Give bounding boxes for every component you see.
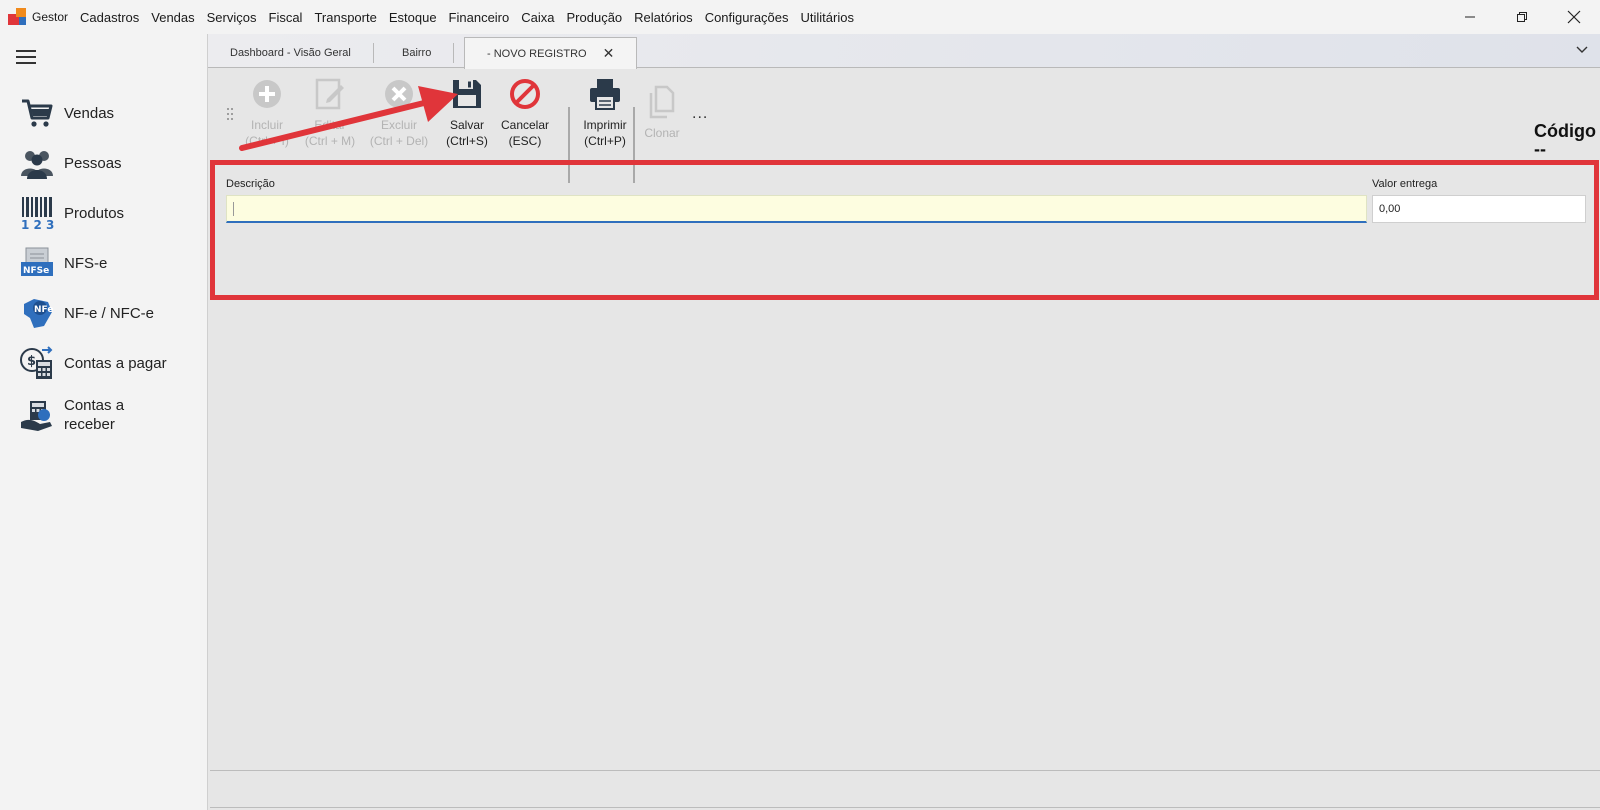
- tab-close-icon[interactable]: ✕: [603, 45, 615, 62]
- sidebar-item-produtos[interactable]: 1 2 3 Produtos: [0, 188, 208, 238]
- clone-icon: [649, 85, 675, 119]
- menu-financeiro[interactable]: Financeiro: [443, 10, 516, 25]
- plus-circle-icon: [253, 80, 281, 108]
- editar-button[interactable]: Editar (Ctrl + M): [298, 77, 362, 169]
- hamburger-menu-icon[interactable]: [16, 50, 36, 64]
- excluir-button[interactable]: Excluir (Ctrl + Del): [366, 77, 432, 169]
- toolbar-more-button[interactable]: ...: [692, 105, 708, 123]
- sidebar-nav: Vendas Pessoas 1 2 3 Produtos NFSe NFS-e…: [0, 88, 208, 442]
- minimize-icon: [1465, 16, 1475, 18]
- descricao-label: Descrição: [226, 178, 275, 190]
- main-area: Dashboard - Visão Geral Bairro - NOVO RE…: [208, 34, 1600, 810]
- valor-entrega-input[interactable]: 0,00: [1372, 195, 1586, 223]
- codigo-display: Código --: [1534, 121, 1596, 159]
- menu-gestor[interactable]: Gestor: [32, 10, 74, 24]
- text-caret: [233, 201, 234, 216]
- minimize-button[interactable]: [1444, 0, 1496, 34]
- status-bar: [210, 770, 1600, 808]
- nfse-icon: NFSe: [21, 247, 53, 276]
- sidebar: Vendas Pessoas 1 2 3 Produtos NFSe NFS-e…: [0, 34, 208, 810]
- print-icon: [590, 79, 620, 110]
- delete-circle-icon: [385, 80, 413, 108]
- edit-icon: [315, 78, 344, 110]
- sidebar-item-nfse[interactable]: NFSe NFS-e: [0, 238, 208, 288]
- app-logo-icon: [8, 8, 26, 26]
- nfe-icon: NFe: [24, 299, 53, 328]
- cancel-icon: [510, 79, 540, 109]
- bill-pay-icon: $: [20, 346, 53, 379]
- menu-bar: Gestor Cadastros Vendas Serviços Fiscal …: [32, 0, 860, 34]
- menu-caixa[interactable]: Caixa: [515, 10, 560, 25]
- barcode-icon: 1 2 3: [21, 197, 54, 230]
- salvar-button[interactable]: Salvar (Ctrl+S): [442, 77, 492, 169]
- menu-producao[interactable]: Produção: [561, 10, 629, 25]
- imprimir-button[interactable]: Imprimir (Ctrl+P): [574, 77, 636, 169]
- people-icon: [21, 151, 53, 179]
- sidebar-item-contas-receber[interactable]: Contas a receber: [0, 388, 208, 442]
- bill-receive-icon: [21, 401, 52, 431]
- codigo-value: --: [1534, 139, 1547, 159]
- cancelar-button[interactable]: Cancelar (ESC): [496, 77, 554, 169]
- cart-icon: [22, 99, 53, 127]
- menu-estoque[interactable]: Estoque: [383, 10, 443, 25]
- menu-transporte[interactable]: Transporte: [308, 10, 382, 25]
- tab-dashboard[interactable]: Dashboard - Visão Geral: [208, 43, 374, 63]
- chevron-down-icon[interactable]: [1574, 42, 1590, 58]
- sidebar-item-pessoas[interactable]: Pessoas: [0, 138, 208, 188]
- descricao-input[interactable]: [226, 195, 1367, 223]
- restore-icon: [1517, 12, 1527, 22]
- menu-configuracoes[interactable]: Configurações: [699, 10, 795, 25]
- incluir-button[interactable]: Incluir (Ctrl + I): [238, 77, 296, 169]
- sidebar-item-vendas[interactable]: Vendas: [0, 88, 208, 138]
- restore-button[interactable]: [1496, 0, 1548, 34]
- menu-fiscal[interactable]: Fiscal: [263, 10, 309, 25]
- sidebar-item-contas-pagar[interactable]: $ Contas a pagar: [0, 338, 208, 388]
- menu-servicos[interactable]: Serviços: [201, 10, 263, 25]
- svg-text:NFSe: NFSe: [23, 266, 49, 276]
- close-icon: [1567, 10, 1581, 24]
- save-icon: [453, 80, 481, 108]
- drag-handle-icon[interactable]: [226, 107, 234, 121]
- window-controls: [1444, 0, 1600, 34]
- tab-novo-registro[interactable]: - NOVO REGISTRO ✕: [464, 37, 638, 69]
- menu-utilitarios[interactable]: Utilitários: [795, 10, 860, 25]
- svg-text:$: $: [27, 354, 36, 369]
- tab-bairro[interactable]: Bairro: [380, 43, 455, 63]
- valor-entrega-label: Valor entrega: [1372, 178, 1438, 190]
- tab-strip: Dashboard - Visão Geral Bairro - NOVO RE…: [208, 34, 1600, 69]
- title-bar: Gestor Cadastros Vendas Serviços Fiscal …: [0, 0, 1600, 34]
- menu-cadastros[interactable]: Cadastros: [74, 10, 145, 25]
- svg-text:NFe: NFe: [34, 305, 53, 315]
- close-button[interactable]: [1548, 0, 1600, 34]
- sidebar-item-nfe[interactable]: NFe NF-e / NFC-e: [0, 288, 208, 338]
- menu-vendas[interactable]: Vendas: [145, 10, 200, 25]
- menu-relatorios[interactable]: Relatórios: [628, 10, 699, 25]
- svg-text:1 2 3: 1 2 3: [21, 218, 54, 230]
